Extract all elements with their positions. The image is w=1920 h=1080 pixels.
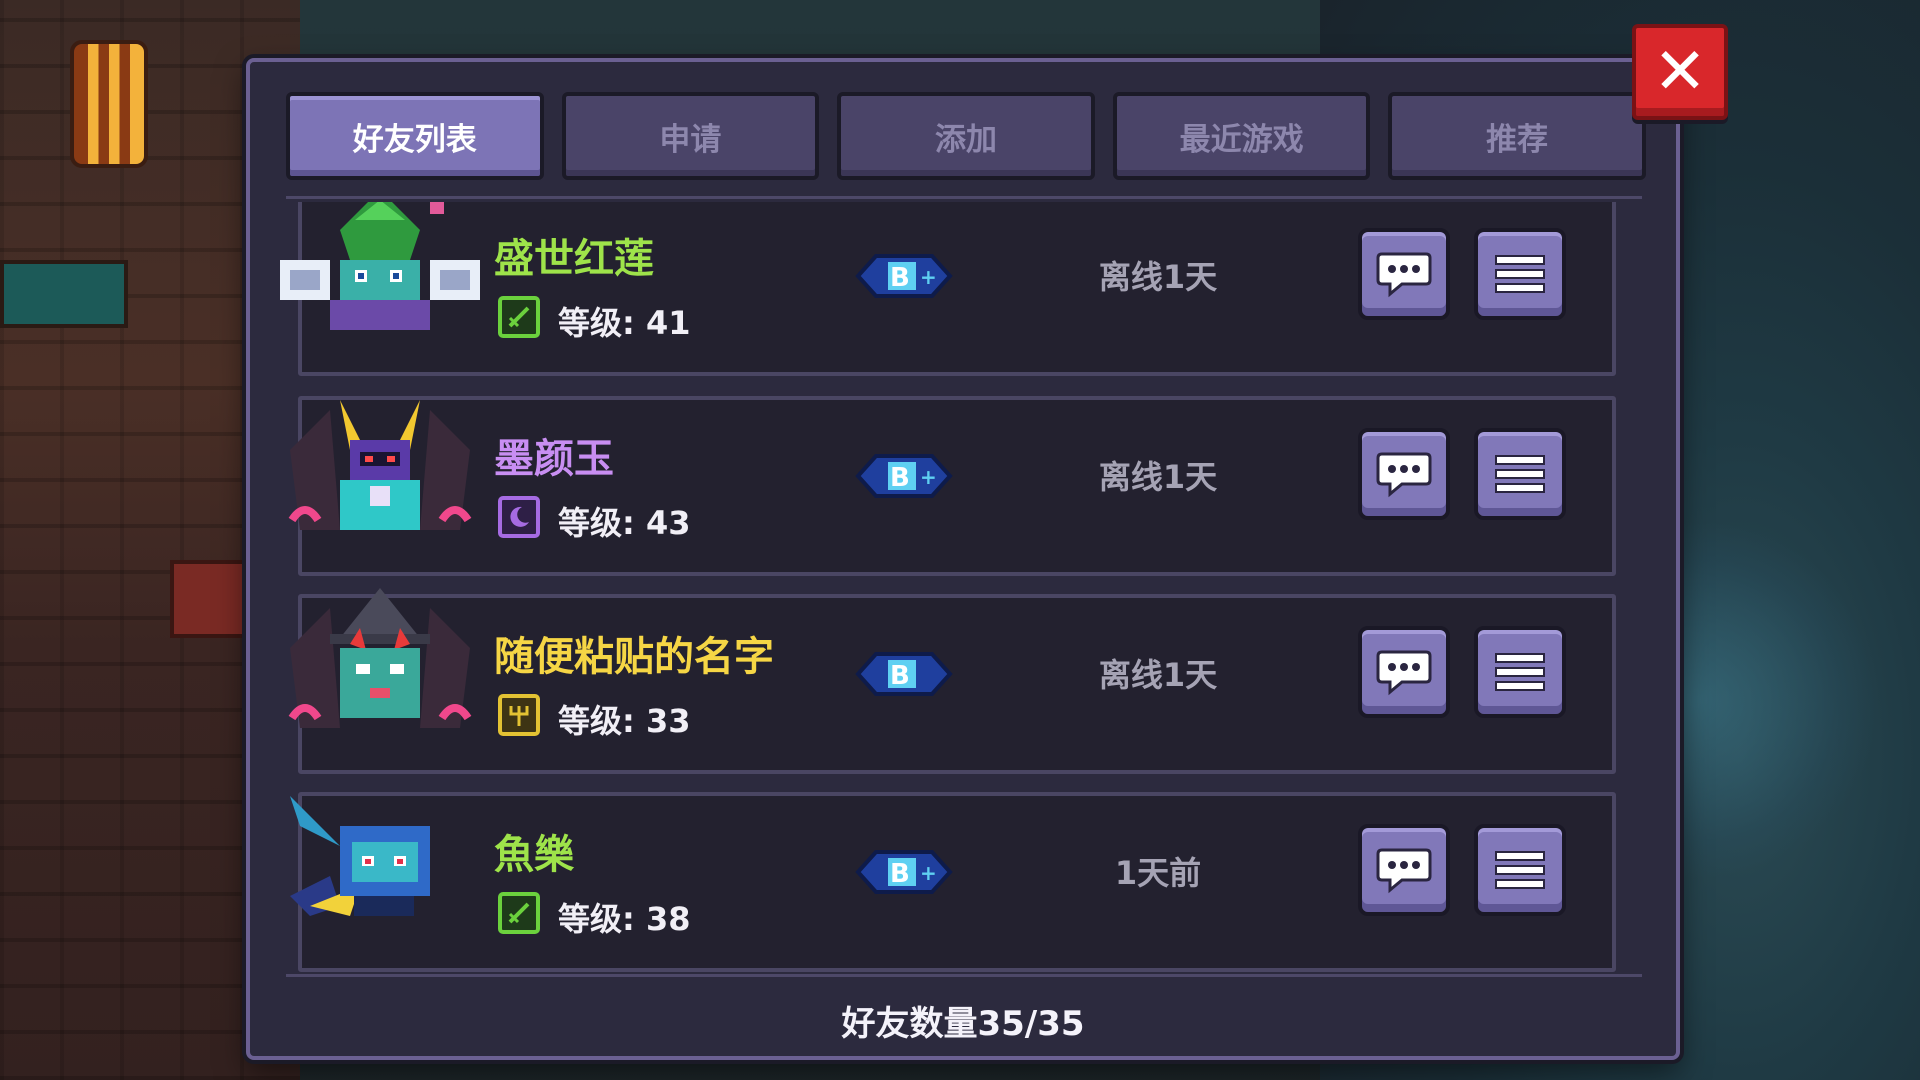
svg-text:+: +: [920, 465, 937, 489]
rank-badge-icon: B +: [855, 254, 953, 298]
hamburger-menu-icon: [1495, 653, 1545, 691]
hamburger-menu-icon: [1495, 851, 1545, 889]
close-button[interactable]: ✕: [1632, 24, 1728, 120]
svg-text:B: B: [890, 463, 910, 493]
options-button[interactable]: [1474, 428, 1566, 520]
chat-bubble-icon: [1376, 452, 1432, 498]
tab-add[interactable]: 添加: [837, 92, 1095, 180]
chat-button[interactable]: [1358, 428, 1450, 520]
friend-list[interactable]: 盛世红莲 等级: 41 B + 离线1天 墨颜玉 等级: 43 B + 离线1天…: [250, 202, 1676, 972]
friend-row[interactable]: 墨颜玉 等级: 43 B + 离线1天: [288, 396, 1616, 576]
sword-class-icon: [498, 296, 540, 338]
moon-class-icon: [498, 496, 540, 538]
options-button[interactable]: [1474, 626, 1566, 718]
options-button[interactable]: [1474, 228, 1566, 320]
friend-level: 等级: 43: [558, 504, 691, 542]
chat-button[interactable]: [1358, 626, 1450, 718]
shelf-prop: [0, 260, 128, 328]
svg-text:+: +: [920, 265, 937, 289]
rank-badge-icon: B +: [855, 454, 953, 498]
svg-text:B: B: [890, 661, 910, 691]
avatar-demon-witch: [288, 588, 472, 728]
online-status: 离线1天: [1098, 656, 1218, 694]
svg-text:B: B: [890, 263, 910, 293]
online-status: 离线1天: [1098, 258, 1218, 296]
svg-text:+: +: [920, 861, 937, 885]
tab-recommended[interactable]: 推荐: [1388, 92, 1646, 180]
friend-name: 墨颜玉: [494, 436, 614, 482]
trident-class-icon: [498, 694, 540, 736]
avatar-green-witch: [280, 202, 480, 330]
friend-level: 等级: 41: [558, 304, 691, 342]
close-x-icon: ✕: [1653, 35, 1707, 109]
friend-name: 魚樂: [494, 832, 574, 878]
friend-count: 好友数量35/35: [841, 1004, 1085, 1044]
divider: [286, 196, 1642, 199]
friend-row[interactable]: 随便粘贴的名字 等级: 33 B 离线1天: [288, 588, 1616, 774]
tab-requests[interactable]: 申请: [561, 92, 820, 180]
avatar-blue-rogue: [290, 796, 430, 916]
chat-bubble-icon: [1376, 252, 1432, 298]
friend-row[interactable]: 盛世红莲 等级: 41 B + 离线1天: [280, 202, 1616, 376]
friends-panel: 好友列表 申请 添加 最近游戏 推荐 盛世红莲 等级: 41 B + 离线1天 …: [246, 58, 1680, 1060]
rank-badge-icon: B +: [855, 850, 953, 894]
divider: [286, 974, 1642, 977]
friend-name: 盛世红莲: [494, 236, 654, 282]
friend-level: 等级: 33: [558, 702, 691, 740]
online-status: 1天前: [1114, 854, 1202, 892]
options-button[interactable]: [1474, 824, 1566, 916]
friend-level: 等级: 38: [558, 900, 691, 938]
sword-class-icon: [498, 892, 540, 934]
tab-friend-list[interactable]: 好友列表: [286, 92, 544, 180]
friend-name: 随便粘贴的名字: [494, 634, 774, 680]
tab-bar: 好友列表 申请 添加 最近游戏 推荐: [286, 92, 1646, 180]
chat-button[interactable]: [1358, 824, 1450, 916]
rank-badge-icon: B: [855, 652, 953, 696]
friend-row[interactable]: 魚樂 等级: 38 B + 1天前: [290, 792, 1616, 972]
tab-recent-games[interactable]: 最近游戏: [1112, 92, 1371, 180]
lantern-prop: [70, 40, 148, 168]
svg-text:B: B: [890, 859, 910, 889]
avatar-horned-knight: [288, 400, 472, 530]
chat-button[interactable]: [1358, 228, 1450, 320]
chat-bubble-icon: [1376, 848, 1432, 894]
hamburger-menu-icon: [1495, 455, 1545, 493]
online-status: 离线1天: [1098, 458, 1218, 496]
hamburger-menu-icon: [1495, 255, 1545, 293]
chat-bubble-icon: [1376, 650, 1432, 696]
